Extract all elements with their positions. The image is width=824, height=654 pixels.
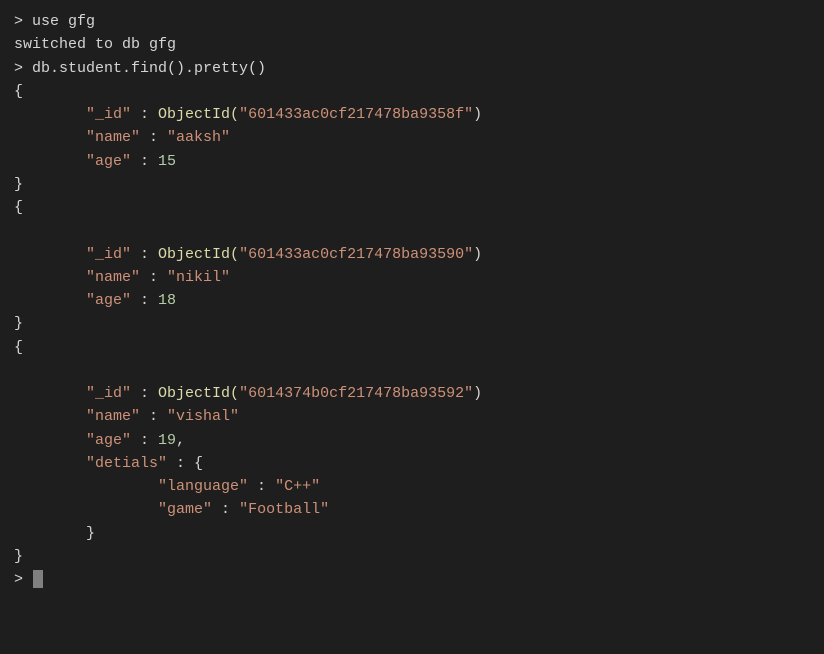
field-value-string: "aaksh" xyxy=(167,129,230,146)
command-text: use gfg xyxy=(32,13,95,30)
terminal-line: "name" : "vishal" xyxy=(14,405,810,428)
objectid-val: "601433ac0cf217478ba9358f" xyxy=(239,106,473,123)
brace: { xyxy=(14,199,23,216)
field-key: "_id" xyxy=(86,106,131,123)
terminal-line: } xyxy=(14,522,810,545)
colon: : xyxy=(140,408,167,425)
colon: : xyxy=(131,153,158,170)
field-value-number: 19 xyxy=(158,432,176,449)
field-key: "age" xyxy=(86,432,131,449)
field-key: "name" xyxy=(86,408,140,425)
terminal-line: } xyxy=(14,173,810,196)
terminal-line: { xyxy=(14,196,810,219)
colon: : xyxy=(248,478,275,495)
field-key: "age" xyxy=(86,153,131,170)
field-value-number: 15 xyxy=(158,153,176,170)
colon: : xyxy=(140,129,167,146)
colon: : xyxy=(131,385,158,402)
terminal-line: > db.student.find().pretty() xyxy=(14,57,810,80)
colon: : xyxy=(131,432,158,449)
colon: : xyxy=(131,106,158,123)
terminal-line: "age" : 18 xyxy=(14,289,810,312)
terminal-line: "language" : "C++" xyxy=(14,475,810,498)
objectid-fn: ObjectId( xyxy=(158,246,239,263)
brace: { xyxy=(14,339,23,356)
terminal-line xyxy=(14,219,810,242)
objectid-fn: ObjectId( xyxy=(158,106,239,123)
field-key: "name" xyxy=(86,129,140,146)
terminal: > use gfgswitched to db gfg> db.student.… xyxy=(0,0,824,654)
colon: : xyxy=(131,292,158,309)
field-key: "age" xyxy=(86,292,131,309)
terminal-line: } xyxy=(14,545,810,568)
colon: : xyxy=(212,501,239,518)
brace: } xyxy=(14,548,23,565)
terminal-line: "name" : "aaksh" xyxy=(14,126,810,149)
terminal-line: switched to db gfg xyxy=(14,33,810,56)
objectid-val: "6014374b0cf217478ba93592" xyxy=(239,385,473,402)
field-key: "_id" xyxy=(86,385,131,402)
colon: : xyxy=(140,269,167,286)
terminal-line: "detials" : { xyxy=(14,452,810,475)
nested-brace-close: } xyxy=(86,525,95,542)
terminal-line: "age" : 15 xyxy=(14,150,810,173)
field-key: "game" xyxy=(158,501,212,518)
field-value-string: "C++" xyxy=(275,478,320,495)
prompt-symbol: > xyxy=(14,60,32,77)
terminal-line: "age" : 19, xyxy=(14,429,810,452)
terminal-line: "_id" : ObjectId("601433ac0cf217478ba935… xyxy=(14,243,810,266)
brace: } xyxy=(14,315,23,332)
objectid-val: "601433ac0cf217478ba93590" xyxy=(239,246,473,263)
paren-close: ) xyxy=(473,385,482,402)
terminal-line: "_id" : ObjectId("6014374b0cf217478ba935… xyxy=(14,382,810,405)
field-value-number: 18 xyxy=(158,292,176,309)
field-key: "_id" xyxy=(86,246,131,263)
prompt-symbol: > xyxy=(14,571,32,588)
comma: , xyxy=(176,432,185,449)
colon: : xyxy=(131,246,158,263)
objectid-fn: ObjectId( xyxy=(158,385,239,402)
terminal-line: > use gfg xyxy=(14,10,810,33)
colon: : xyxy=(167,455,194,472)
terminal-line xyxy=(14,359,810,382)
terminal-line: { xyxy=(14,336,810,359)
terminal-line: "_id" : ObjectId("601433ac0cf217478ba935… xyxy=(14,103,810,126)
field-key: "detials" xyxy=(86,455,167,472)
terminal-line: } xyxy=(14,312,810,335)
terminal-line: { xyxy=(14,80,810,103)
field-value-string: "Football" xyxy=(239,501,329,518)
prompt-symbol: > xyxy=(14,13,32,30)
paren-close: ) xyxy=(473,246,482,263)
field-value-string: "vishal" xyxy=(167,408,239,425)
command-text: db.student.find().pretty() xyxy=(32,60,266,77)
field-key: "language" xyxy=(158,478,248,495)
field-key: "name" xyxy=(86,269,140,286)
terminal-line: > xyxy=(14,568,810,591)
terminal-line: "game" : "Football" xyxy=(14,498,810,521)
cursor xyxy=(33,570,43,588)
paren-close: ) xyxy=(473,106,482,123)
field-value-string: "nikil" xyxy=(167,269,230,286)
nested-brace-open: { xyxy=(194,455,203,472)
terminal-line: "name" : "nikil" xyxy=(14,266,810,289)
brace: } xyxy=(14,176,23,193)
brace: { xyxy=(14,83,23,100)
